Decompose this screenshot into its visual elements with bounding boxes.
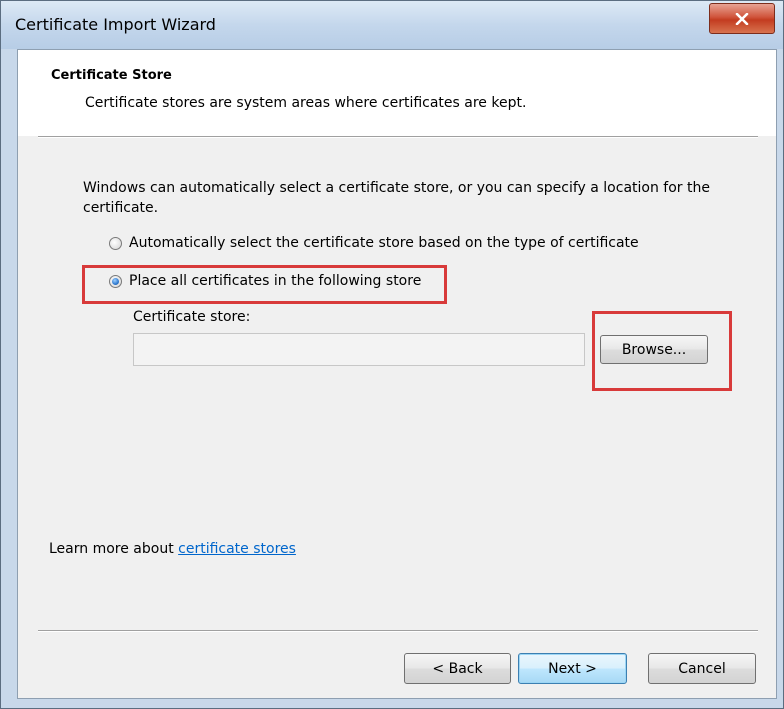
radio-automatic[interactable]: Automatically select the certificate sto… (109, 235, 639, 251)
title-bar[interactable]: Certificate Import Wizard (1, 1, 783, 49)
close-button[interactable] (709, 3, 775, 34)
description-text: Windows can automatically select a certi… (83, 180, 710, 216)
close-icon (735, 12, 749, 25)
radio-place-store[interactable]: Place all certificates in the following … (109, 273, 421, 289)
page-subtitle: Certificate stores are system areas wher… (85, 95, 527, 111)
radio-automatic-label: Automatically select the certificate sto… (129, 235, 639, 251)
radio-place-store-label: Place all certificates in the following … (129, 273, 422, 289)
window-title: Certificate Import Wizard (15, 15, 216, 34)
certificate-store-label: Certificate store: (133, 309, 251, 325)
wizard-header: Certificate Store Certificate stores are… (18, 50, 776, 136)
radio-automatic-button[interactable] (109, 236, 122, 250)
certificate-import-wizard-window: Certificate Import Wizard Certificate St… (0, 0, 784, 709)
wizard-content: Certificate Store Certificate stores are… (17, 49, 777, 699)
page-title: Certificate Store (51, 68, 172, 83)
footer-divider (38, 630, 758, 632)
next-button[interactable]: Next > (518, 653, 627, 684)
radio-place-store-button[interactable] (109, 274, 122, 288)
learn-more-text: Learn more about certificate stores (49, 541, 296, 557)
certificate-stores-link[interactable]: certificate stores (178, 541, 296, 557)
certificate-store-input[interactable] (133, 333, 585, 366)
back-button[interactable]: < Back (404, 653, 511, 684)
browse-button[interactable]: Browse... (600, 335, 708, 364)
cancel-button[interactable]: Cancel (648, 653, 756, 684)
header-divider (38, 136, 758, 138)
learn-more-prefix: Learn more about (49, 541, 179, 557)
